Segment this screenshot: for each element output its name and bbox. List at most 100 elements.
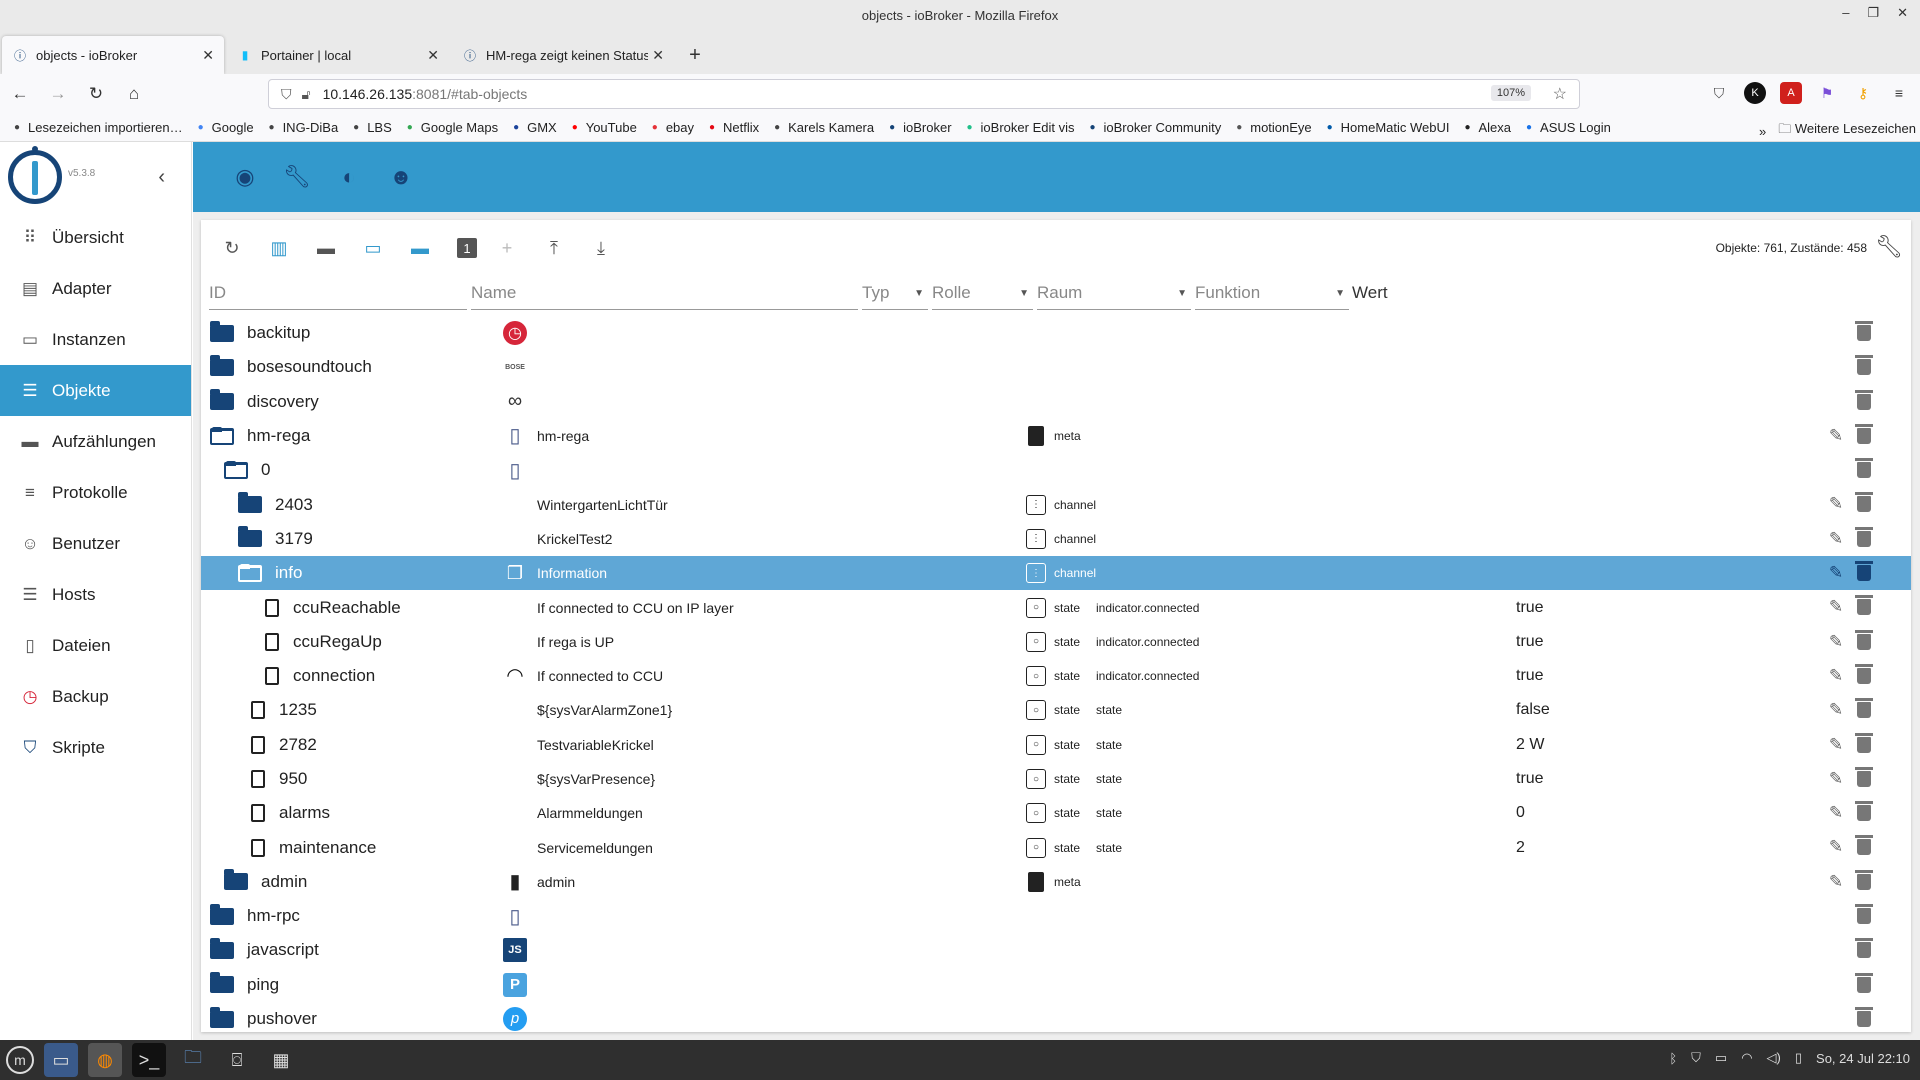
tree-row[interactable]: admin ▮ admin meta ✎ (201, 865, 1911, 899)
folder-icon[interactable] (209, 320, 235, 343)
tree-row[interactable]: bosesoundtouch BOSE (201, 350, 1911, 384)
edit-icon[interactable]: ✎ (1827, 735, 1845, 755)
zoom-level[interactable]: 107% (1490, 85, 1531, 101)
delete-icon[interactable] (1855, 458, 1873, 480)
name-filter[interactable]: Name (471, 276, 858, 310)
object-value[interactable]: 0 (1516, 796, 1525, 830)
bookmark[interactable]: ● ioBroker (885, 120, 951, 135)
pdf-extension-icon[interactable]: A (1780, 82, 1802, 104)
wifi-icon[interactable]: ◠ (1741, 1050, 1752, 1066)
tree-row[interactable]: alarms Alarmmeldungen ○ state state 0 ✎ (201, 796, 1911, 830)
edit-icon[interactable]: ✎ (1827, 666, 1845, 686)
collapse-all-icon[interactable]: ▬ (403, 231, 437, 265)
bluetooth-icon[interactable]: ᛒ (1669, 1051, 1677, 1066)
folder-icon[interactable] (223, 869, 249, 892)
bookmark[interactable]: ● Google Maps (403, 120, 498, 135)
bookmark[interactable]: ● ioBroker Edit vis (963, 120, 1075, 135)
insecure-lock-icon[interactable]: 🔓︎ (302, 86, 311, 103)
close-tab-icon[interactable]: ✕ (202, 47, 214, 64)
sidebar-item-dateien[interactable]: ▯ Dateien (0, 620, 191, 671)
delete-icon[interactable] (1855, 321, 1873, 343)
tree-row[interactable]: ping P (201, 968, 1911, 1002)
delete-icon[interactable] (1855, 423, 1873, 446)
add-icon[interactable]: + (490, 231, 524, 265)
sidebar-item-hosts[interactable]: ☰ Hosts (0, 569, 191, 620)
volume-icon[interactable]: ◁) (1767, 1050, 1781, 1066)
translate-extension-icon[interactable]: ⚑ (1816, 82, 1838, 104)
delete-icon[interactable] (1855, 355, 1873, 377)
room-filter[interactable]: Raum ▼ (1037, 276, 1191, 310)
object-value[interactable]: 2 W (1516, 728, 1544, 762)
pocket-icon[interactable]: ⛉ (1708, 82, 1730, 104)
sidebar-item-instanzen[interactable]: ▭ Instanzen (0, 314, 191, 365)
battery-icon[interactable]: ▯ (1795, 1050, 1802, 1066)
edit-icon[interactable]: ✎ (1827, 426, 1845, 446)
settings-wrench-icon[interactable]: 🔧︎ (1875, 234, 1903, 260)
object-value[interactable]: 2 (1516, 830, 1525, 864)
close-window-icon[interactable]: ✕ (1897, 5, 1908, 21)
bookmark[interactable]: ● Alexa (1461, 120, 1511, 135)
tree-row[interactable]: pushover p (201, 1002, 1911, 1036)
sidebar-item-übersicht[interactable]: ⠿ Übersicht (0, 212, 191, 263)
folder-open-icon[interactable] (237, 563, 263, 583)
folder-icon[interactable] (209, 1006, 235, 1029)
edit-icon[interactable]: ✎ (1827, 872, 1845, 892)
delete-icon[interactable] (1855, 663, 1873, 686)
menu-icon[interactable]: ≡ (1888, 82, 1910, 104)
delete-icon[interactable] (1855, 801, 1873, 823)
keyboard-icon[interactable]: ▭ (1715, 1050, 1727, 1066)
object-value[interactable]: true (1516, 625, 1544, 659)
back-icon[interactable]: ← (2, 78, 38, 110)
eye-icon[interactable]: ◉ (231, 163, 259, 191)
edit-icon[interactable]: ✎ (1827, 700, 1845, 720)
folder-icon[interactable] (237, 526, 263, 549)
reload-icon[interactable]: ↻ (78, 78, 114, 110)
tree-row[interactable]: ccuRegaUp If rega is UP ○ state indicator.co… (201, 625, 1911, 659)
tree-row[interactable]: 2403 WintergartenLichtTür ⋮ channel ✎ (201, 487, 1911, 521)
bookmark[interactable]: ● HomeMatic WebUI (1323, 120, 1450, 135)
edit-icon[interactable]: ✎ (1827, 632, 1845, 652)
delete-icon[interactable] (1855, 972, 1873, 995)
close-tab-icon[interactable]: ✕ (652, 47, 664, 64)
object-value[interactable]: true (1516, 659, 1544, 693)
key-extension-icon[interactable]: ⚷ (1852, 82, 1874, 104)
sidebar-item-objekte[interactable]: ☰ Objekte (0, 365, 191, 416)
tree-row[interactable]: 3179 KrickelTest2 ⋮ channel ✎ (201, 522, 1911, 556)
sidebar-item-protokolle[interactable]: ≡ Protokolle (0, 467, 191, 518)
upload-icon[interactable]: ⤒ (537, 231, 571, 265)
shield-icon[interactable]: ⛉ (281, 86, 292, 103)
expert-mode-icon[interactable]: ☻ (387, 163, 415, 191)
folder-open-icon[interactable] (223, 460, 249, 480)
delete-icon[interactable] (1855, 766, 1873, 789)
object-value[interactable]: true (1516, 590, 1544, 624)
role-filter[interactable]: Rolle ▼ (932, 276, 1033, 310)
edit-icon[interactable]: ✎ (1827, 803, 1845, 823)
new-tab-icon[interactable]: + (677, 36, 713, 74)
edit-icon[interactable]: ✎ (1827, 837, 1845, 857)
bookmark[interactable]: ● ioBroker Community (1085, 120, 1221, 135)
other-bookmarks[interactable]: 🗀︎ Weitere Lesezeichen (1778, 120, 1916, 141)
columns-icon[interactable]: ▥ (262, 231, 296, 265)
sidebar-item-skripte[interactable]: ⛉ Skripte (0, 722, 191, 773)
edit-icon[interactable]: ✎ (1827, 494, 1845, 514)
show-desktop-icon[interactable]: ▭ (44, 1043, 78, 1077)
tree-row[interactable]: info ❐ Information ⋮ channel ✎ (201, 556, 1911, 591)
bookmark[interactable]: ● Karels Kamera (770, 120, 874, 135)
delete-icon[interactable] (1855, 629, 1873, 652)
edit-icon[interactable]: ✎ (1827, 563, 1845, 583)
calculator-icon[interactable]: ▦ (264, 1043, 298, 1077)
maximize-icon[interactable]: ❐ (1867, 5, 1879, 21)
delete-icon[interactable] (1855, 389, 1873, 412)
firefox-icon[interactable]: ◍ (88, 1043, 122, 1077)
bookmark[interactable]: ● YouTube (568, 120, 637, 135)
folder-icon[interactable] (237, 492, 263, 515)
expand-all-icon[interactable]: ▭ (356, 231, 390, 265)
mint-menu-icon[interactable]: m (6, 1046, 34, 1074)
folder-open-icon[interactable] (209, 426, 235, 446)
files-icon[interactable]: 🗀︎ (176, 1043, 210, 1077)
tree-row[interactable]: hm-rega ▯ hm-rega meta ✎ (201, 419, 1911, 453)
folder-icon[interactable]: ▬ (309, 231, 343, 265)
edit-icon[interactable]: ✎ (1827, 529, 1845, 549)
browser-tab[interactable]: ⓘ objects - ioBroker ✕ (2, 36, 224, 74)
delete-icon[interactable] (1855, 561, 1873, 583)
